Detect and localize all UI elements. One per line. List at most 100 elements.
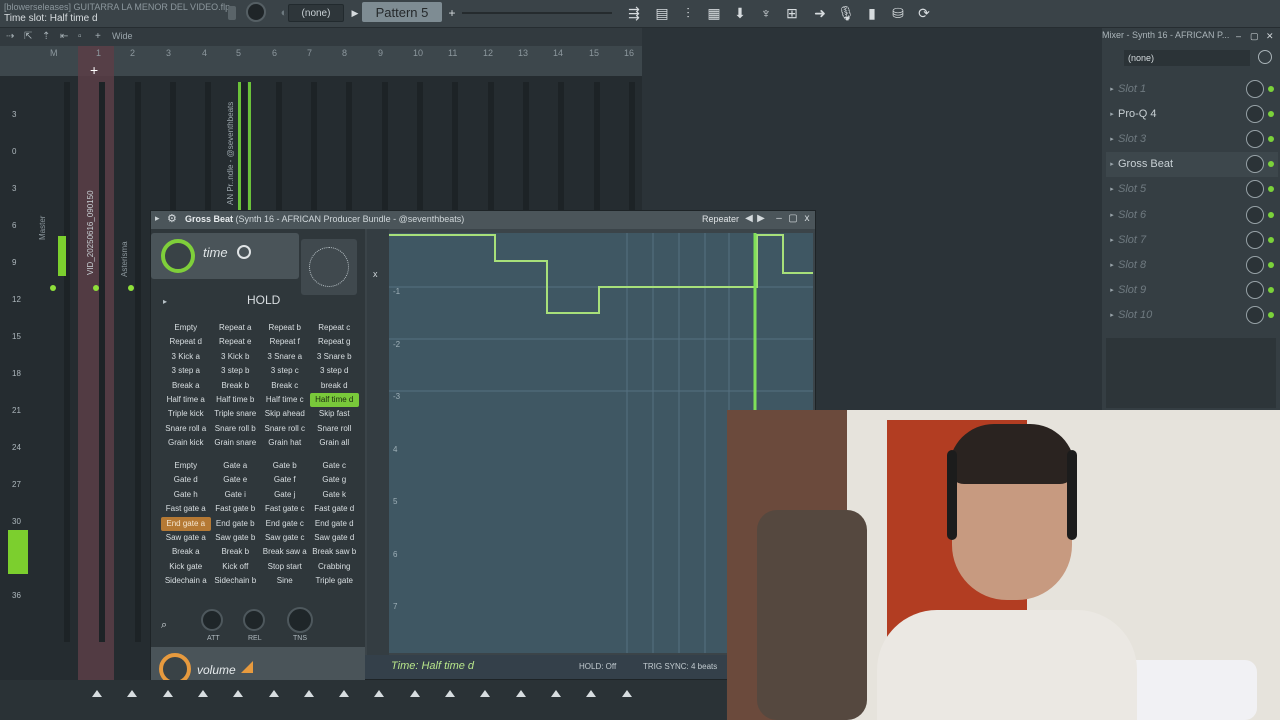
slot-enable-led[interactable] — [1268, 261, 1274, 268]
mixer-slot[interactable]: ▸ Slot 8 — [1106, 252, 1278, 277]
refresh-icon[interactable]: ⟳ — [914, 3, 934, 23]
close-envelope-icon[interactable]: x — [373, 269, 378, 279]
route-arrow-icon[interactable] — [268, 690, 279, 697]
preset-item[interactable]: Snare roll a — [161, 422, 211, 436]
expand-icon[interactable]: ▸ — [163, 297, 167, 306]
browser-icon[interactable]: ⊞ — [782, 3, 802, 23]
expand-icon[interactable]: ▸ — [1106, 286, 1118, 294]
plugin-picker-icon[interactable]: ⬇ — [730, 3, 750, 23]
preset-item[interactable]: Break saw b — [310, 545, 360, 559]
preset-item[interactable]: Repeat a — [211, 321, 261, 335]
route-arrow-icon[interactable] — [445, 690, 455, 697]
strip-fader-track[interactable] — [99, 82, 106, 642]
plus-icon[interactable]: + — [95, 31, 101, 42]
preset-item[interactable]: Gate f — [260, 473, 310, 487]
slot-enable-led[interactable] — [1268, 186, 1274, 193]
master-volume-slider[interactable] — [228, 6, 236, 20]
arrow-right-icon[interactable]: ▸ — [155, 213, 160, 224]
preset-item[interactable]: Empty — [161, 459, 211, 473]
preset-item[interactable]: End gate b — [211, 517, 261, 531]
rel-knob[interactable] — [243, 609, 265, 631]
close-icon[interactable]: x — [801, 213, 813, 225]
preset-item[interactable]: Gate c — [310, 459, 360, 473]
route-arrow-icon[interactable] — [409, 690, 420, 697]
expand-icon[interactable]: ▸ — [1106, 110, 1118, 118]
mixer-slot[interactable]: ▸ Slot 9 — [1106, 278, 1278, 303]
route-arrow-icon[interactable] — [621, 690, 632, 697]
gross-beat-titlebar[interactable]: ▸ ⚙ Gross Beat (Synth 16 - AFRICAN Produ… — [151, 211, 815, 229]
file-icon[interactable]: ▮ — [862, 3, 882, 23]
expand-icon[interactable]: ▸ — [1106, 211, 1118, 219]
preset-item[interactable]: Grain hat — [260, 436, 310, 450]
hold-button[interactable]: HOLD — [247, 293, 280, 307]
time-mix-knob[interactable] — [161, 239, 195, 273]
preset-item[interactable]: End gate d — [310, 517, 360, 531]
mixer-slot-name[interactable]: Gross Beat — [1118, 158, 1246, 170]
minimize-icon[interactable]: – — [1236, 31, 1241, 41]
preset-item[interactable]: Fast gate b — [211, 502, 261, 516]
preset-item[interactable]: Empty — [161, 321, 211, 335]
preset-item[interactable]: Fast gate d — [310, 502, 360, 516]
preset-item[interactable]: Half time a — [161, 393, 211, 407]
preset-item[interactable]: Grain kick — [161, 436, 211, 450]
slot-mix-knob[interactable] — [1246, 129, 1264, 148]
preset-item[interactable]: Fast gate c — [260, 502, 310, 516]
playlist-icon[interactable]: ⇶ — [624, 3, 644, 23]
preset-item[interactable]: Sidechain b — [211, 574, 261, 588]
tns-knob[interactable] — [287, 607, 313, 633]
preset-item[interactable]: 3 Snare b — [310, 350, 360, 364]
selected-mixer-strip[interactable] — [78, 46, 114, 720]
preset-item[interactable]: Gate e — [211, 473, 261, 487]
preset-item[interactable]: 3 Snare a — [260, 350, 310, 364]
preset-item[interactable]: Gate d — [161, 473, 211, 487]
mixer-slot[interactable]: ▸ Slot 5 — [1106, 177, 1278, 202]
preset-item[interactable]: Half time c — [260, 393, 310, 407]
preset-item[interactable]: Sidechain a — [161, 574, 211, 588]
preset-item[interactable]: Gate i — [211, 488, 261, 502]
mixer-slot-name[interactable]: Slot 1 — [1118, 83, 1246, 95]
mixer-slot-name[interactable]: Slot 7 — [1118, 234, 1246, 246]
mixer-slot-name[interactable]: Slot 10 — [1118, 309, 1246, 321]
preset-item[interactable]: Break b — [211, 545, 261, 559]
song-position-slider[interactable] — [462, 12, 612, 14]
gear-icon[interactable]: ⚙ — [167, 212, 177, 225]
plus-icon[interactable]: + — [90, 62, 98, 78]
strip-fader-track[interactable] — [134, 82, 141, 642]
route-arrow-icon[interactable] — [303, 690, 314, 697]
preset-item[interactable]: 3 Kick b — [211, 350, 261, 364]
slot-mix-knob[interactable] — [1246, 205, 1264, 224]
preset-item[interactable]: End gate c — [260, 517, 310, 531]
att-knob[interactable] — [201, 609, 223, 631]
mixer-slot-name[interactable]: Slot 3 — [1118, 133, 1246, 145]
up-icon[interactable]: ⇡ — [42, 31, 50, 42]
preset-item[interactable]: Gate b — [260, 459, 310, 473]
pattern-selector[interactable]: Pattern 5 — [362, 2, 442, 22]
preset-item[interactable]: Saw gate b — [211, 531, 261, 545]
slot-enable-led[interactable] — [1268, 287, 1274, 294]
channel-rack-icon[interactable]: ▦ — [704, 3, 724, 23]
previous-preset-icon[interactable]: ◀ — [743, 213, 755, 225]
preset-item[interactable]: Saw gate a — [161, 531, 211, 545]
mixer-icon[interactable]: ⫶ — [678, 3, 698, 23]
preset-item[interactable]: 3 Kick a — [161, 350, 211, 364]
slot-mix-knob[interactable] — [1246, 79, 1264, 98]
preset-item[interactable]: Break saw a — [260, 545, 310, 559]
preset-item[interactable]: Kick off — [211, 560, 261, 574]
expand-icon[interactable]: ▸ — [1106, 236, 1118, 244]
strip-fader-track[interactable] — [64, 82, 70, 642]
preset-item[interactable]: Skip ahead — [260, 407, 310, 421]
preset-item[interactable]: Skip fast — [310, 407, 360, 421]
mixer-slot[interactable]: ▸ Slot 10 — [1106, 303, 1278, 328]
slot-enable-led[interactable] — [1268, 312, 1274, 319]
preset-item[interactable]: Repeat e — [211, 335, 261, 349]
slot-enable-led[interactable] — [1268, 211, 1274, 218]
next-preset-icon[interactable]: ▶ — [755, 213, 767, 225]
route-arrow-icon[interactable] — [339, 690, 350, 697]
trig-sync-setting[interactable]: TRIG SYNC: 4 beats — [643, 662, 717, 671]
route-arrow-icon[interactable] — [550, 690, 561, 697]
preset-item[interactable]: 3 step c — [260, 364, 310, 378]
expand-icon[interactable]: ▸ — [1106, 160, 1118, 168]
slot-enable-led[interactable] — [1268, 135, 1274, 142]
preset-item[interactable]: Repeat g — [310, 335, 360, 349]
preset-item[interactable]: Saw gate d — [310, 531, 360, 545]
